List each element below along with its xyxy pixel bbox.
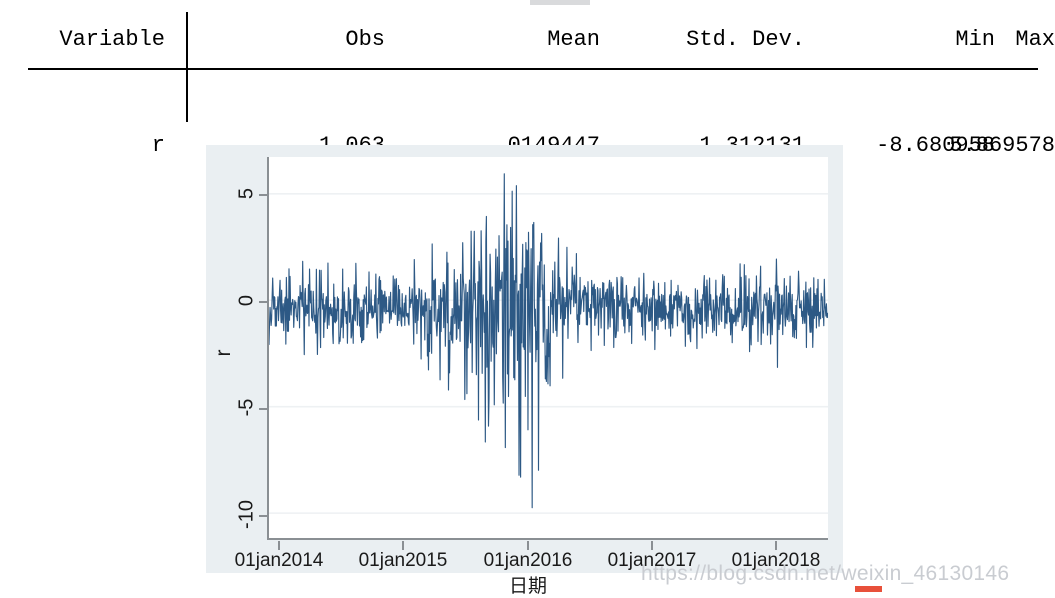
x-tick-label-2014: 01jan2014 [234, 550, 324, 571]
cropped-text-artifact [530, 0, 590, 5]
column-header-obs: Obs [345, 27, 385, 52]
x-tick-label-2016: 01jan2016 [483, 550, 573, 571]
column-header-variable: Variable [59, 27, 165, 52]
y-tick-mark-5 [259, 194, 267, 196]
y-axis-title: r [212, 349, 235, 357]
x-tick-mark-2015 [402, 541, 404, 550]
plot-area [267, 157, 828, 540]
table-header-row: Variable Obs Mean Std. Dev. Min Max [0, 16, 1055, 64]
x-axis-title: 日期 [508, 575, 548, 597]
y-tick-mark-neg5 [259, 408, 267, 410]
watermark-text: https://blog.csdn.net/weixin_46130146 [641, 562, 1010, 585]
column-header-max: Max [1015, 27, 1055, 52]
column-header-mean: Mean [547, 27, 600, 52]
x-tick-mark-2018 [775, 541, 777, 550]
y-tick-label-neg5: -5 [235, 398, 258, 417]
x-tick-mark-2014 [278, 541, 280, 550]
time-series-plot [269, 173, 828, 514]
cell-max: 5.869578 [949, 133, 1055, 158]
x-tick-label-2015: 01jan2015 [358, 550, 448, 571]
y-tick-label-0: 0 [235, 294, 258, 307]
cell-variable: r [151, 133, 165, 158]
stata-summary-table: Variable Obs Mean Std. Dev. Min Max r 1,… [0, 0, 1055, 158]
x-tick-mark-2016 [527, 541, 529, 550]
y-tick-label-5: 5 [235, 187, 258, 200]
x-tick-mark-2017 [651, 541, 653, 550]
red-marker [855, 586, 882, 592]
series-r-path [269, 173, 828, 509]
column-header-min: Min [955, 27, 995, 52]
y-tick-mark-0 [259, 301, 267, 303]
y-tick-label-neg10: -10 [235, 500, 258, 529]
table-horizontal-rule [28, 68, 1038, 70]
column-header-std-dev: Std. Dev. [686, 27, 805, 52]
stata-graph-panel: 5 0 -5 -10 r 01jan2014 01jan2015 01jan20… [206, 145, 843, 597]
y-tick-mark-neg10 [259, 515, 267, 517]
